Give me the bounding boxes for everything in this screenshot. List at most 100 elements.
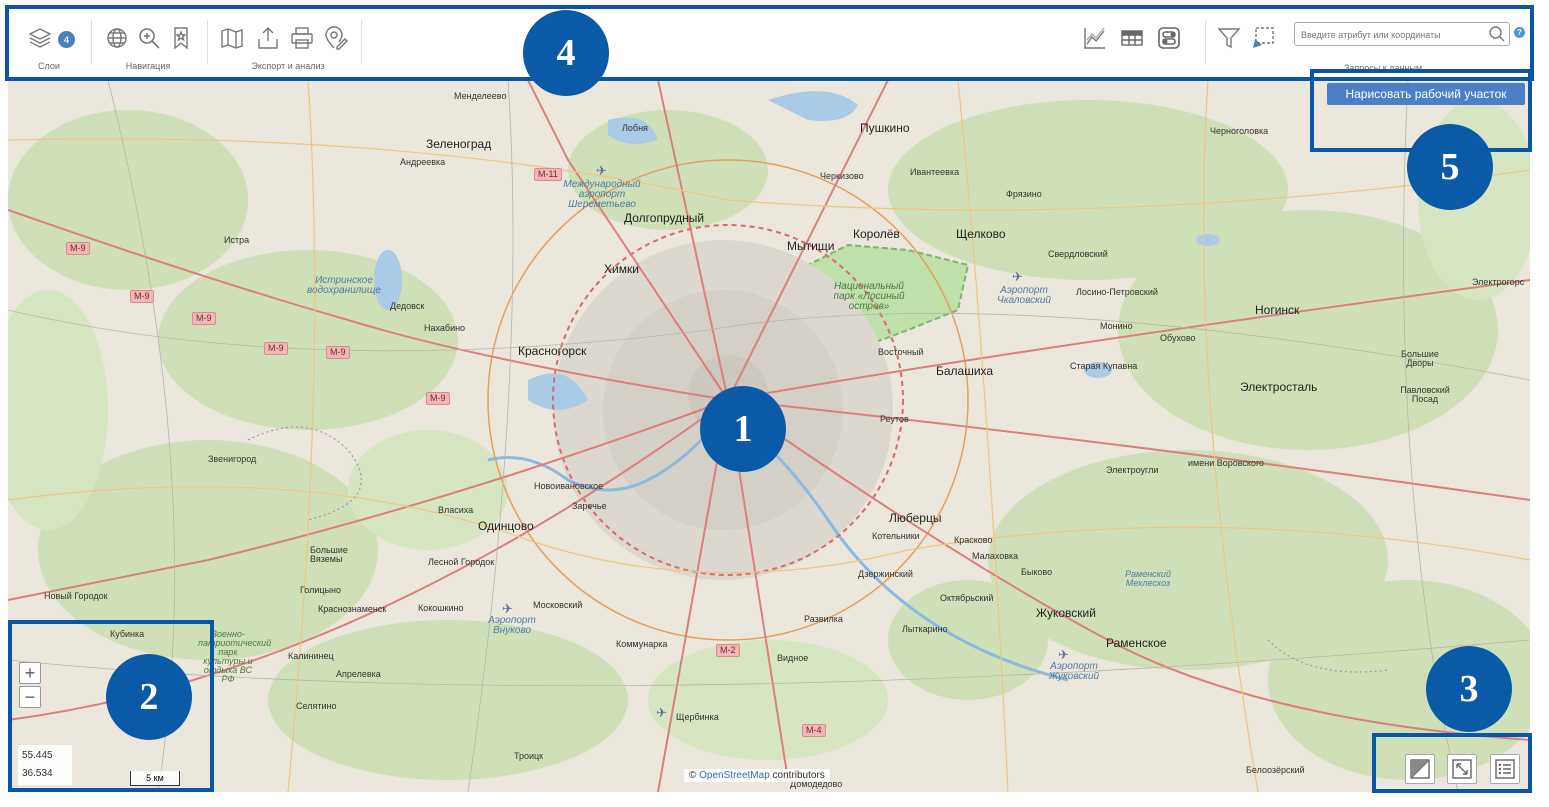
- place-label: Коммунарка: [616, 639, 668, 649]
- latitude-value: 55.445: [22, 750, 53, 761]
- place-label: Лесной Городок: [428, 557, 495, 567]
- chart-icon[interactable]: [1081, 24, 1109, 52]
- place-label: Аэропорт Внуково: [488, 615, 536, 636]
- place-label: Свердловский: [1048, 249, 1108, 259]
- place-label: Истра: [224, 235, 250, 245]
- map-attribution: © OpenStreetMap contributors: [684, 769, 830, 782]
- place-label: Электрогорс: [1472, 277, 1525, 287]
- place-label: Черкизово: [820, 171, 864, 181]
- search-box: [1294, 22, 1510, 46]
- fullscreen-icon[interactable]: [1447, 754, 1477, 784]
- group-label-queries: Запросы к данным: [1343, 63, 1423, 73]
- zoom-in-icon[interactable]: [135, 24, 163, 52]
- search-input[interactable]: [1299, 25, 1483, 45]
- airport-icon: ✈: [1058, 647, 1069, 662]
- place-label: Дзержинский: [858, 569, 913, 579]
- callout-number: 3: [1426, 646, 1512, 732]
- place-label: Менделеево: [454, 91, 507, 101]
- park-label: Национальный парк «Лосиный остров»: [833, 281, 905, 312]
- place-label: Белоозёрский: [1246, 765, 1305, 775]
- place-label: Пушкино: [860, 121, 910, 135]
- place-label: Международный аэропорт Шереметьево: [563, 179, 641, 210]
- place-label: Голицыно: [300, 585, 341, 595]
- attribution-prefix: ©: [689, 770, 697, 781]
- place-label: Долгопрудный: [624, 211, 705, 225]
- place-label: Лобня: [622, 123, 648, 133]
- help-icon[interactable]: ?: [1514, 27, 1525, 38]
- place-label: Развилка: [804, 614, 843, 624]
- osm-link[interactable]: OpenStreetMap: [699, 770, 770, 781]
- place-label: Раменское: [1106, 636, 1167, 650]
- place-label: Одинцово: [478, 519, 534, 533]
- place-label: Фрязино: [1006, 189, 1042, 199]
- printer-icon[interactable]: [288, 24, 316, 52]
- attribution-suffix: contributors: [772, 770, 825, 781]
- place-label: Аэропорт Жуковский: [1048, 661, 1100, 682]
- place-label: Черноголовка: [1210, 126, 1269, 136]
- select-area-icon[interactable]: [1249, 24, 1277, 52]
- place-label: Химки: [604, 262, 639, 276]
- place-label: Аэропорт Чкаловский: [997, 285, 1051, 306]
- bookmark-icon[interactable]: [167, 24, 195, 52]
- road-shield: М-9: [192, 312, 216, 325]
- place-label: Щелково: [956, 227, 1006, 241]
- place-label: Раменский Мехлесхоз: [1125, 569, 1171, 588]
- place-label: Балашиха: [936, 364, 994, 378]
- zoom-out-button[interactable]: −: [19, 686, 41, 708]
- basemap-icon[interactable]: [1405, 754, 1435, 784]
- place-label: Звенигород: [208, 454, 257, 464]
- callout-number: 4: [523, 10, 609, 96]
- road-shield: М-9: [66, 242, 90, 255]
- place-label: Истринское водохранилище: [307, 275, 381, 296]
- map-icon[interactable]: [218, 24, 246, 52]
- filter-icon[interactable]: [1215, 24, 1243, 52]
- place-label: Королёв: [853, 227, 900, 241]
- group-label-navigation: Навигация: [125, 61, 171, 71]
- place-label: Военно-патриотический парк культуры и от…: [198, 629, 272, 684]
- place-label: Щербинка: [676, 712, 719, 722]
- place-label: Ногинск: [1255, 303, 1300, 317]
- coordinates-readout: 55.445 36.534: [18, 745, 72, 785]
- place-label: Кокошкино: [418, 603, 464, 613]
- place-label: Видное: [777, 653, 809, 663]
- place-label: Московский: [533, 600, 583, 610]
- divider: [91, 20, 92, 64]
- place-label: Монино: [1100, 321, 1133, 331]
- place-label: имени Воровского: [1188, 458, 1265, 468]
- place-label: Троицк: [514, 751, 544, 761]
- road-shield: М-9: [264, 342, 288, 355]
- place-label: Павловский Посад: [1400, 385, 1450, 404]
- place-label: Красногорск: [518, 344, 587, 358]
- table-icon[interactable]: [1118, 24, 1146, 52]
- place-label: Быково: [1021, 567, 1053, 577]
- airport-icon: ✈: [596, 163, 607, 178]
- layers-icon[interactable]: [26, 24, 54, 52]
- place-label: Новый Городок: [44, 591, 108, 601]
- place-label: Кубинка: [110, 629, 145, 639]
- upload-icon[interactable]: [254, 24, 282, 52]
- globe-icon[interactable]: [103, 24, 131, 52]
- place-label: Октябрьский: [940, 593, 994, 603]
- place-label: Ивантеевка: [910, 167, 960, 177]
- place-label: Апрелевка: [336, 669, 381, 679]
- place-label: Электроугли: [1106, 465, 1159, 475]
- toggle-panel-icon[interactable]: [1155, 24, 1183, 52]
- road-shield: М-9: [130, 290, 154, 303]
- place-label: Зеленоград: [426, 137, 492, 151]
- divider: [207, 20, 208, 64]
- legend-icon[interactable]: [1490, 754, 1520, 784]
- location-edit-icon[interactable]: [322, 24, 350, 52]
- place-label: Лосино-Петровский: [1076, 287, 1158, 297]
- place-label: Старая Купавна: [1070, 361, 1138, 371]
- scale-bar: 5 км: [130, 771, 180, 786]
- draw-work-area-button[interactable]: Нарисовать рабочий участок: [1327, 83, 1525, 105]
- place-label: Мытищи: [787, 239, 835, 253]
- search-icon[interactable]: [1488, 25, 1506, 43]
- place-label: Большие Дворы: [1401, 349, 1439, 368]
- callout-number: 2: [106, 654, 192, 740]
- airport-icon: ✈: [1012, 269, 1023, 284]
- longitude-value: 36.534: [22, 768, 53, 779]
- place-label: Заречье: [572, 501, 607, 511]
- road-shield: М-4: [802, 724, 826, 737]
- zoom-in-button[interactable]: +: [19, 662, 41, 684]
